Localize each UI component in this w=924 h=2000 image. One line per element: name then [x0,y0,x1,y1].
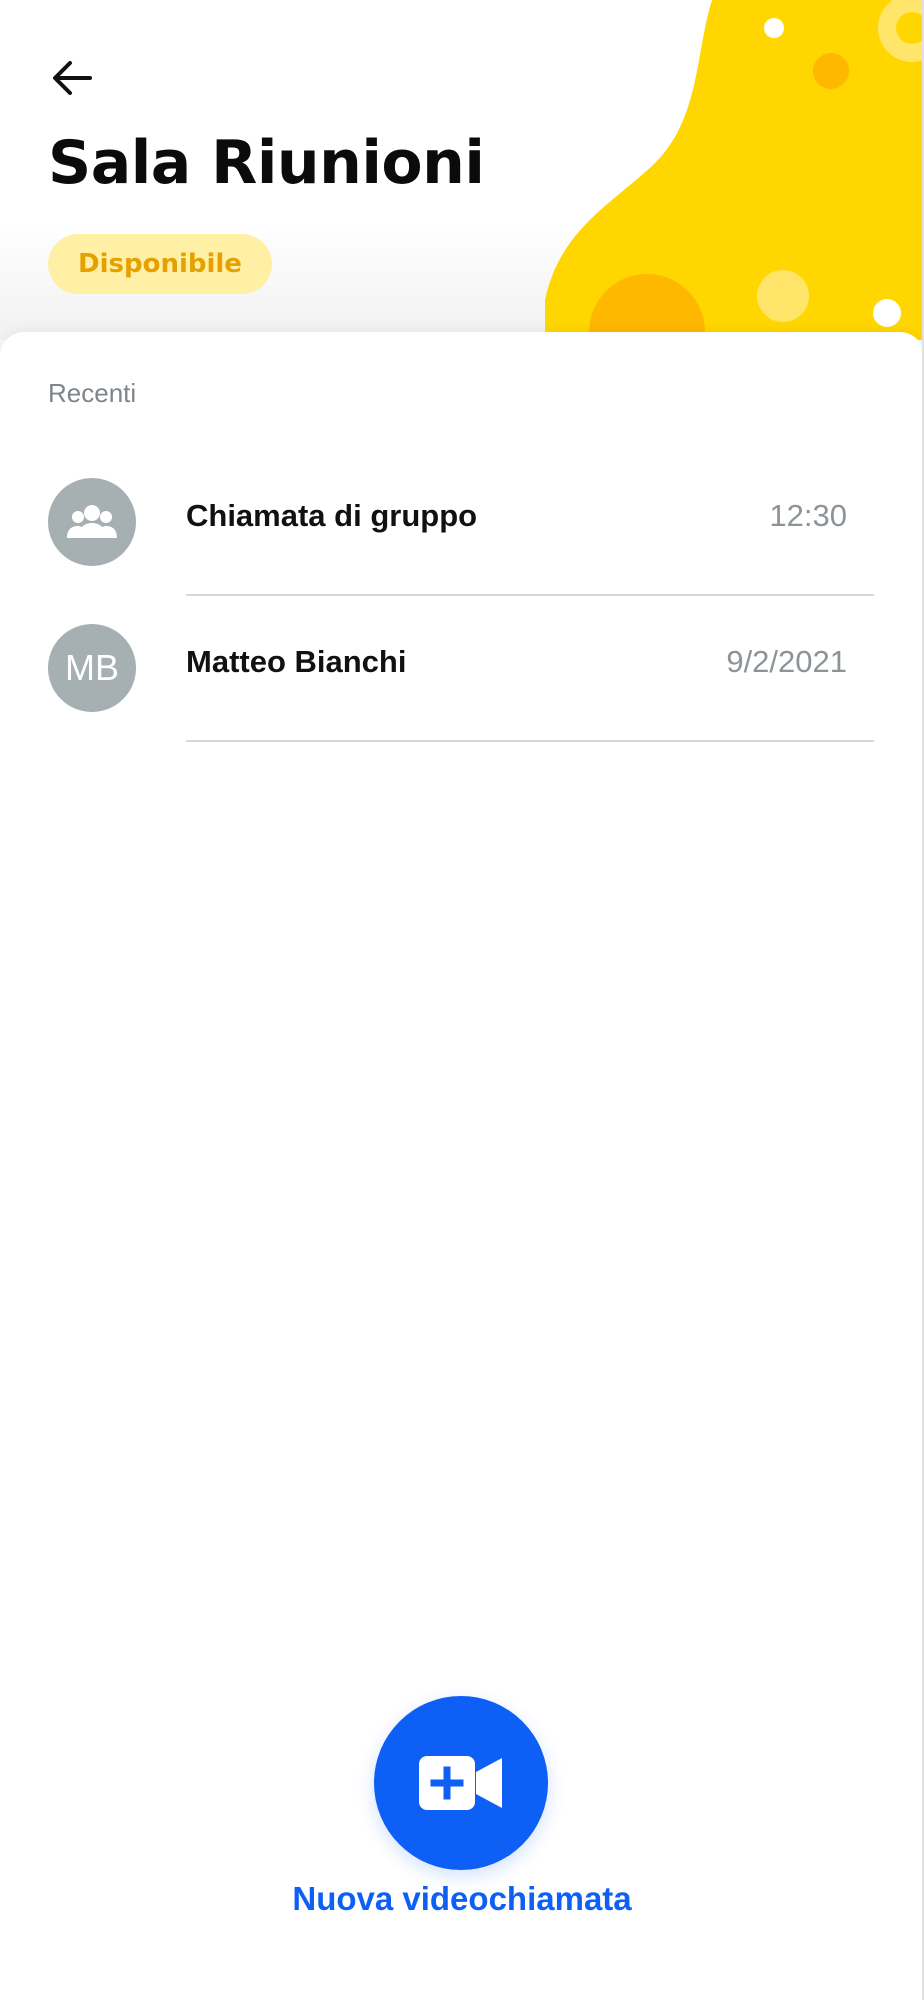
recent-call-contact[interactable]: MB Matteo Bianchi 9/2/2021 [0,596,924,742]
contact-avatar: MB [48,624,136,712]
recent-call-name: Chiamata di gruppo [186,498,478,533]
group-icon [67,505,117,538]
recent-call-time: 12:30 [769,498,847,533]
new-video-call-label[interactable]: Nuova videochiamata [0,1880,924,1918]
recent-section-title: Recenti [48,378,137,408]
recent-call-name: Matteo Bianchi [186,644,407,679]
meeting-room-screen: Sala Riunioni Disponibile Recenti Chiama… [0,0,924,2000]
back-button[interactable] [40,46,104,110]
new-video-call-button[interactable] [374,1696,548,1870]
add-video-icon [419,1756,502,1810]
room-header: Sala Riunioni Disponibile [0,0,924,340]
status-badge: Disponibile [48,234,272,294]
back-arrow-icon [53,61,92,95]
list-divider [186,740,874,742]
page-title: Sala Riunioni [48,128,485,198]
recent-call-time: 9/2/2021 [726,644,847,679]
recent-call-group[interactable]: Chiamata di gruppo 12:30 [0,450,924,596]
new-video-call-action: Nuova videochiamata [0,1696,924,1926]
group-avatar [48,478,136,566]
recent-list: Chiamata di gruppo 12:30 MB Matteo Bianc… [0,450,924,742]
